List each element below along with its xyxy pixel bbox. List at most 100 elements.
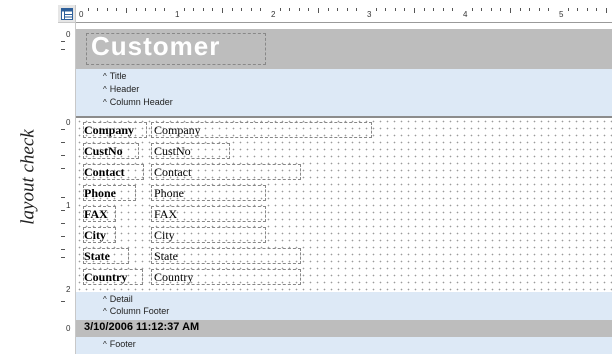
section-label-header[interactable]: ^ Header — [103, 84, 139, 94]
side-label: layout check — [0, 0, 58, 354]
section-label-column-header[interactable]: ^ Column Header — [103, 97, 173, 107]
ruler-tick — [61, 236, 65, 237]
ruler-tick — [577, 8, 579, 11]
field-value: CustNo — [154, 144, 191, 158]
ruler-tick — [346, 8, 348, 11]
ruler-tick — [471, 8, 473, 11]
ruler-tick — [61, 168, 65, 169]
ruler-tick — [375, 8, 377, 11]
ruler-tick — [433, 8, 435, 11]
ruler-tick — [250, 8, 252, 11]
ruler-tick — [529, 8, 531, 11]
field-label: Company — [84, 123, 135, 137]
report-designer: 0 1 2 3 4 5 0 0 1 2 0 Customer ^ Title ^ H… — [58, 5, 612, 354]
ruler-tick — [97, 8, 99, 11]
ruler-tick — [538, 8, 540, 11]
ruler-tick — [154, 8, 156, 11]
ruler-tick — [164, 8, 166, 11]
field-value: Country — [154, 270, 194, 284]
ruler-tick — [442, 8, 444, 11]
footer-timestamp[interactable]: 3/10/2006 11:12:37 AM — [84, 321, 199, 333]
ruler-tick — [145, 8, 147, 11]
ruler-mark-0: 0 — [79, 10, 84, 19]
vertical-ruler[interactable]: 0 0 1 2 0 — [58, 23, 76, 354]
section-label-title[interactable]: ^ Title — [103, 71, 126, 81]
ruler-tick — [385, 8, 387, 11]
ruler-corner[interactable] — [58, 5, 76, 23]
horizontal-ruler[interactable]: 0 1 2 3 4 5 — [76, 5, 612, 23]
field-label: FAX — [84, 207, 108, 221]
vruler-mark-detail-2: 2 — [66, 285, 71, 294]
vruler-mark-detail-0: 0 — [66, 118, 71, 127]
ruler-tick — [327, 8, 329, 11]
ruler-tick — [289, 8, 291, 11]
ruler-tick — [61, 257, 65, 258]
ruler-tick — [61, 223, 65, 224]
ruler-tick — [510, 8, 511, 13]
ruler-tick — [548, 8, 550, 11]
section-label-footer[interactable]: ^ Footer — [103, 339, 136, 349]
ruler-tick — [567, 8, 569, 11]
ruler-tick — [356, 8, 358, 11]
ruler-mark-2: 2 — [271, 10, 276, 19]
ruler-tick — [126, 8, 127, 13]
ruler-tick — [452, 8, 454, 11]
ruler-tick — [279, 8, 281, 11]
footer-band[interactable]: 3/10/2006 11:12:37 AM — [76, 320, 612, 337]
ruler-tick — [260, 8, 262, 11]
ruler-tick — [183, 8, 185, 11]
section-label-column-footer[interactable]: ^ Column Footer — [103, 306, 169, 316]
ruler-tick — [61, 142, 65, 143]
vruler-mark-footer-0: 0 — [66, 324, 71, 333]
ruler-tick — [500, 8, 502, 11]
field-label: Phone — [84, 186, 117, 200]
ruler-mark-4: 4 — [463, 10, 468, 19]
ruler-tick — [586, 8, 588, 11]
section-label-detail[interactable]: ^ Detail — [103, 294, 133, 304]
ruler-tick — [318, 8, 319, 13]
field-label: CustNo — [84, 144, 123, 158]
ruler-tick — [222, 8, 223, 13]
ruler-tick — [519, 8, 521, 11]
ruler-tick — [116, 8, 118, 11]
report-layout-icon — [60, 7, 73, 20]
field-label: Country — [84, 270, 128, 284]
ruler-mark-1: 1 — [175, 10, 180, 19]
ruler-tick — [87, 8, 89, 11]
ruler-tick — [61, 197, 65, 198]
ruler-tick — [202, 8, 204, 11]
ruler-tick — [337, 8, 339, 11]
side-label-text: layout check — [18, 129, 40, 225]
vruler-mark-detail-1: 1 — [66, 201, 71, 210]
ruler-mark-5: 5 — [559, 10, 564, 19]
ruler-tick — [606, 8, 607, 13]
ruler-tick — [298, 8, 300, 11]
vruler-mark-title-0: 0 — [66, 30, 71, 39]
ruler-tick — [106, 8, 108, 11]
field-label: State — [84, 249, 110, 263]
field-value: Company — [154, 123, 201, 137]
field-value: State — [154, 249, 178, 263]
ruler-tick — [212, 8, 214, 11]
footer-labels: ^ Footer — [76, 337, 612, 354]
ruler-tick — [414, 8, 415, 13]
field-label: Contact — [84, 165, 125, 179]
ruler-tick — [490, 8, 492, 11]
ruler-tick — [481, 8, 483, 11]
ruler-tick — [596, 8, 598, 11]
ruler-tick — [423, 8, 425, 11]
field-value: City — [154, 228, 175, 242]
ruler-tick — [61, 41, 65, 42]
title-header-labels: ^ Title ^ Header ^ Column Header — [76, 69, 612, 116]
ruler-tick — [404, 8, 406, 11]
detail-band[interactable]: Company Company CustNo CustNo Contact Co… — [76, 118, 612, 292]
ruler-tick — [135, 8, 137, 11]
detail-footer-labels: ^ Detail ^ Column Footer — [76, 292, 612, 320]
title-band[interactable]: Customer — [76, 29, 612, 69]
report-title: Customer — [91, 31, 221, 61]
ruler-tick — [241, 8, 243, 11]
ruler-tick — [61, 210, 65, 211]
ruler-tick — [61, 249, 65, 250]
ruler-tick — [61, 155, 65, 156]
title-textbox[interactable]: Customer — [86, 31, 266, 65]
